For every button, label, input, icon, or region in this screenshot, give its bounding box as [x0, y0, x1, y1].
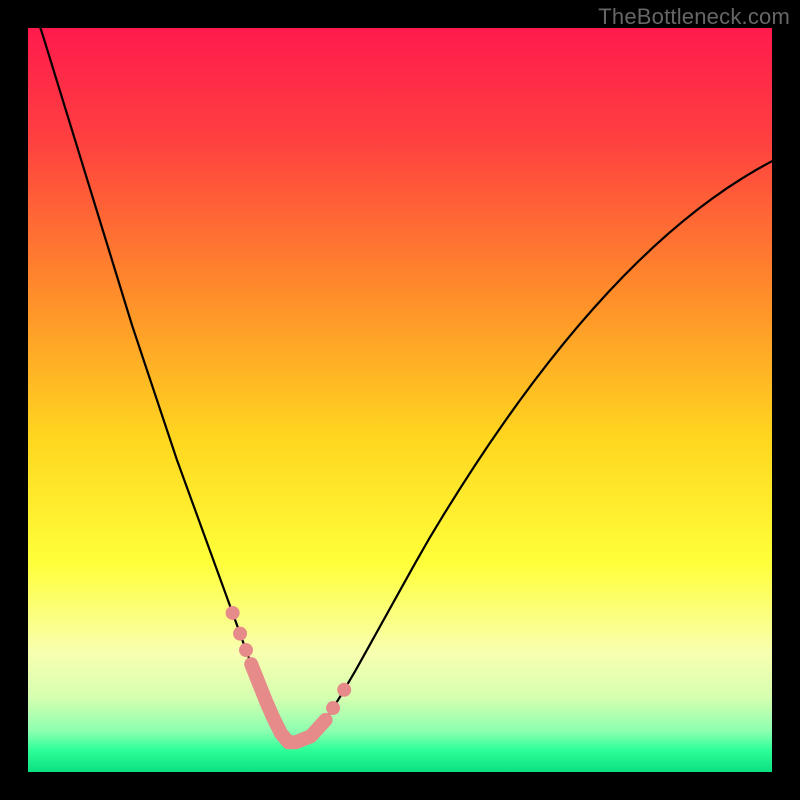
- plot-area: [28, 28, 772, 772]
- frame: TheBottleneck.com: [0, 0, 800, 800]
- gradient-background: [28, 28, 772, 772]
- chart-svg: [28, 28, 772, 772]
- watermark-text: TheBottleneck.com: [598, 4, 790, 30]
